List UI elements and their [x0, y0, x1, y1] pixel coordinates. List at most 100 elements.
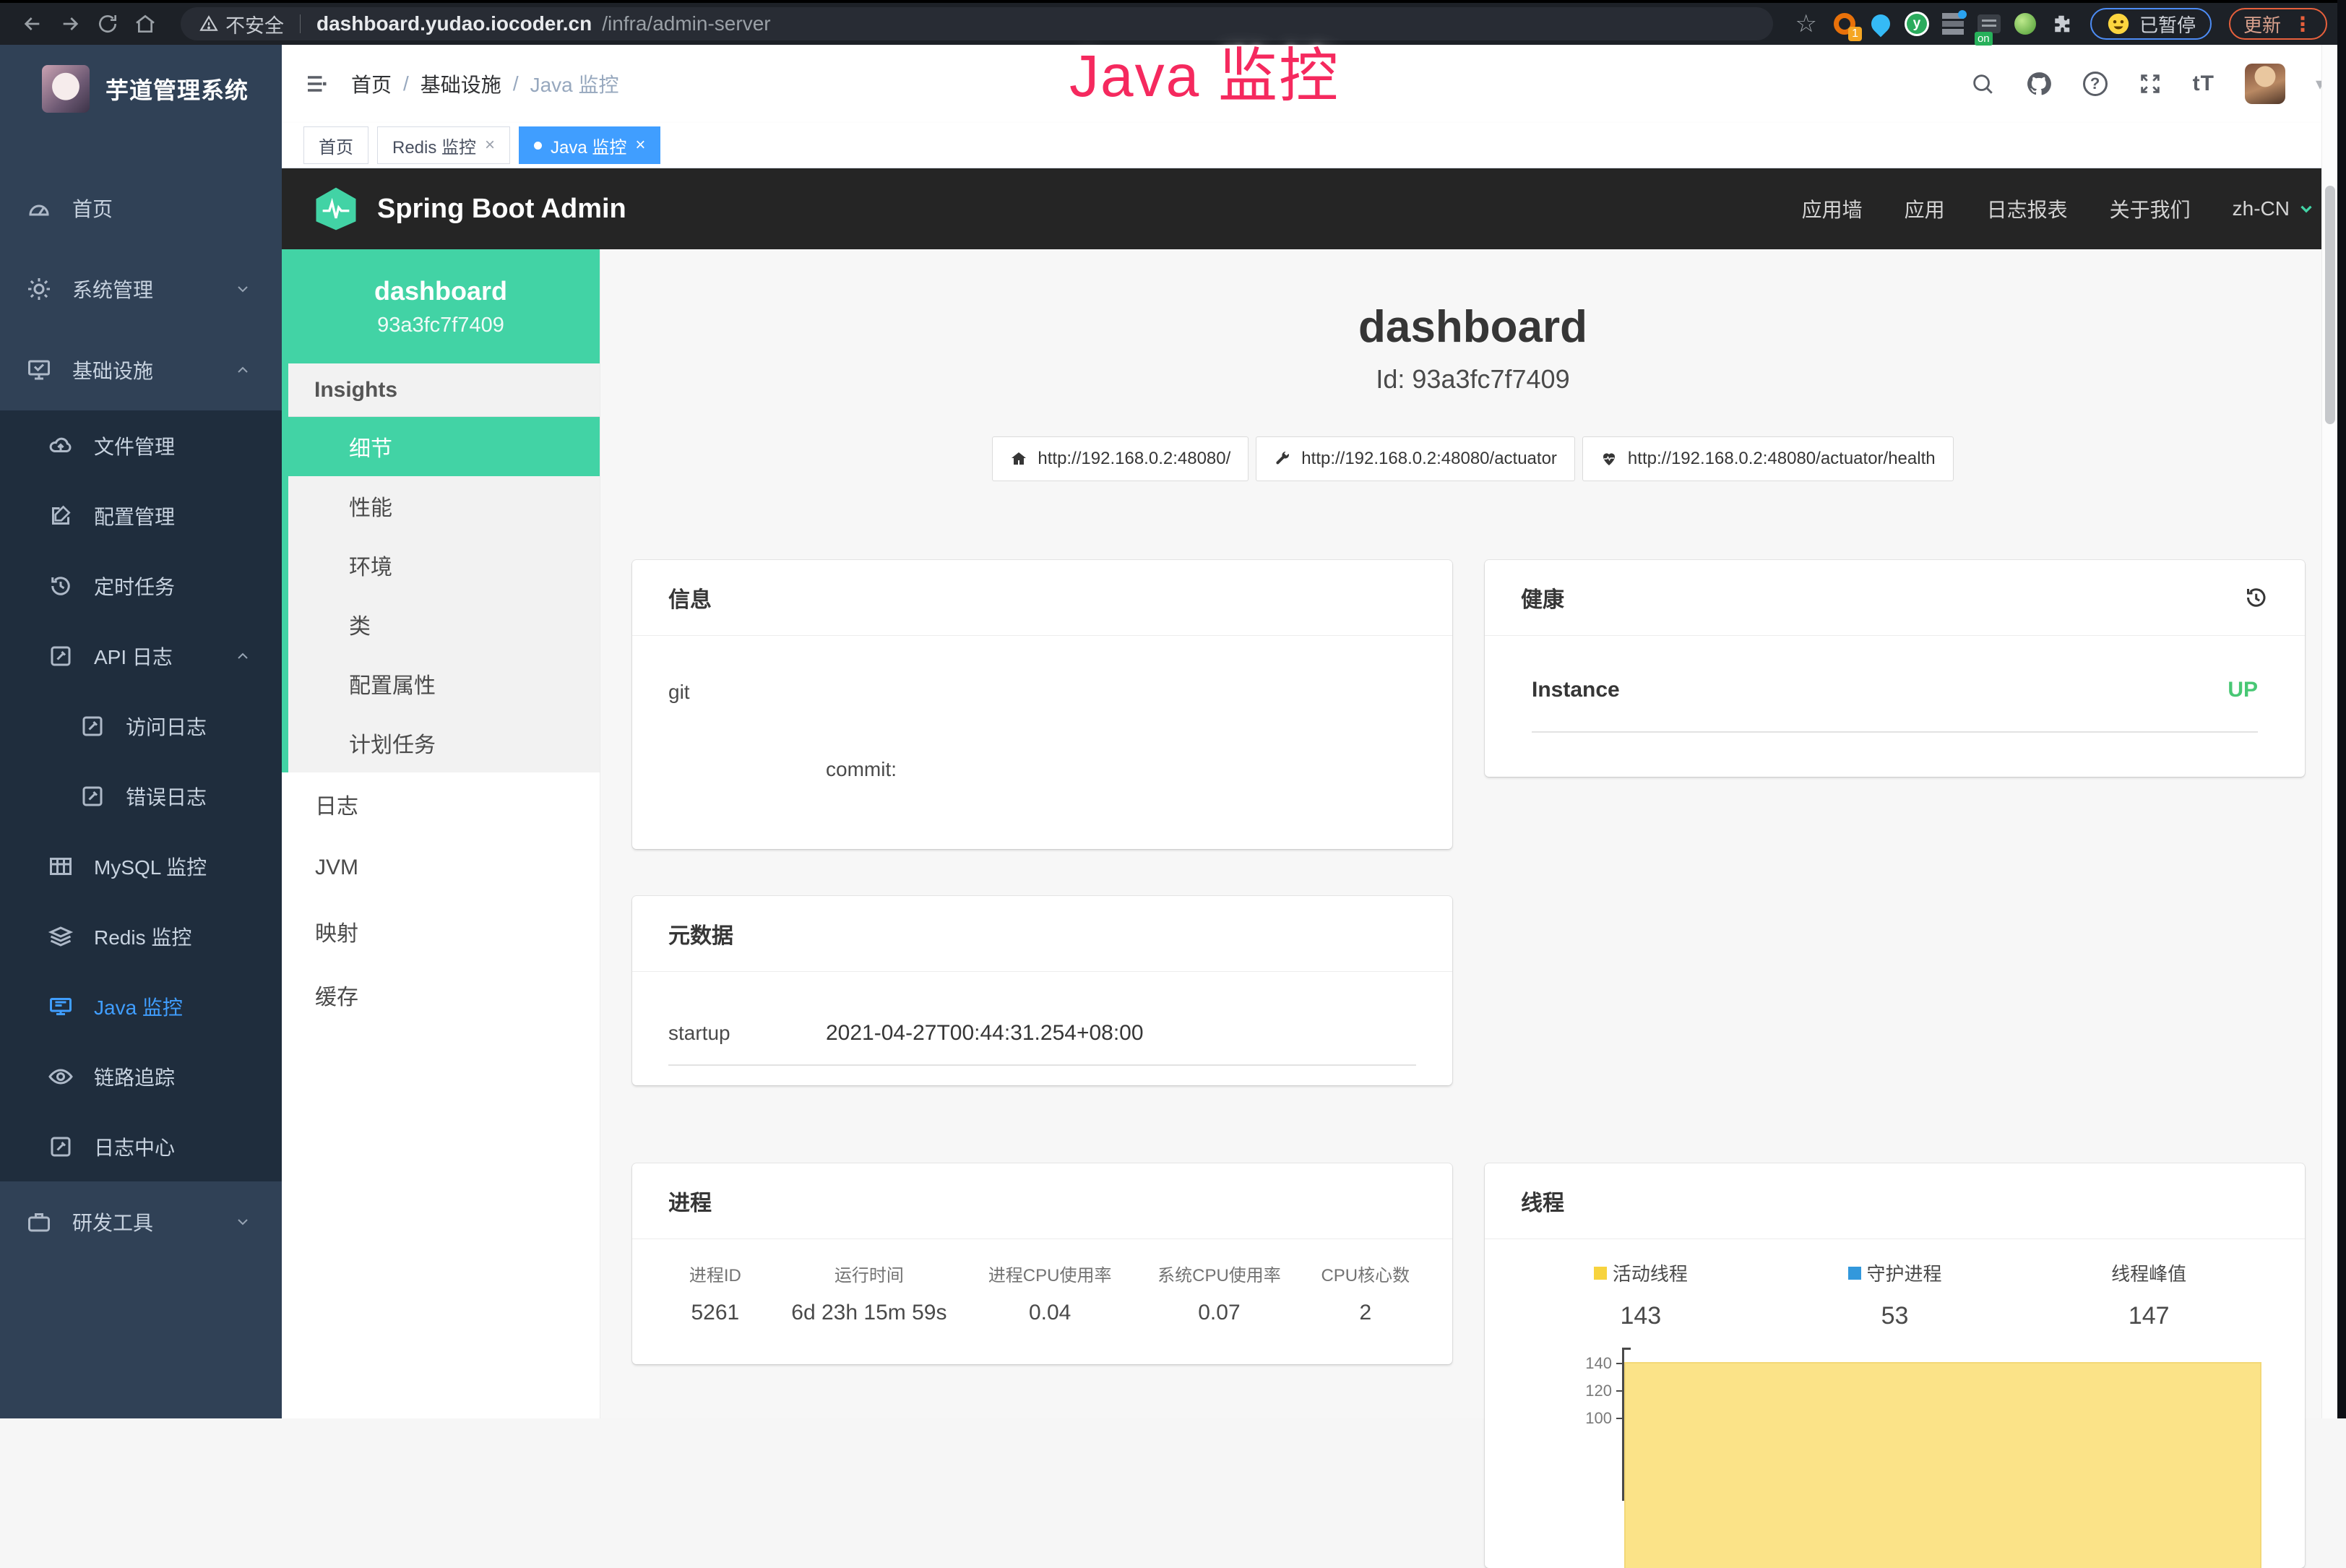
extension-grid-icon[interactable] — [1940, 11, 1966, 37]
extension-pin-icon[interactable] — [1868, 11, 1894, 37]
extension-y-icon[interactable]: y — [1904, 11, 1930, 37]
close-icon[interactable]: × — [485, 135, 495, 155]
sidebar-item-redis-monitor[interactable]: Redis 监控 — [0, 901, 282, 971]
sidebar-item-access-log[interactable]: 访问日志 — [0, 691, 282, 761]
github-icon[interactable] — [2025, 70, 2053, 98]
instance-panel[interactable]: dashboard 93a3fc7f7409 — [282, 249, 600, 363]
tab-redis-monitor[interactable]: Redis 监控 × — [377, 126, 510, 164]
col-header: CPU核心数 — [1304, 1261, 1427, 1301]
url-bar[interactable]: 不安全 dashboard.yudao.iocoder.cn/infra/adm… — [181, 7, 1773, 40]
pid-value: 5261 — [657, 1301, 773, 1325]
sba-nav-applications[interactable]: 应用 — [1905, 194, 1945, 223]
sba-menu-details[interactable]: 细节 — [288, 417, 600, 476]
sidebar-item-trace[interactable]: 链路追踪 — [0, 1041, 282, 1111]
sidebar-item-java-monitor[interactable]: Java 监控 — [0, 971, 282, 1041]
extension-leaf-icon[interactable] — [2012, 11, 2038, 37]
live-threads-value: 143 — [1514, 1302, 1768, 1330]
sba-menu-logs[interactable]: 日志 — [282, 772, 600, 836]
actuator-link[interactable]: http://192.168.0.2:48080/actuator — [1256, 436, 1575, 481]
sidebar-item-scheduled-tasks[interactable]: 定时任务 — [0, 551, 282, 621]
sba-menu-scheduled[interactable]: 计划任务 — [288, 713, 600, 772]
app-sidebar: 芋道管理系统 首页 系统管理 基础设施 文件管理 配置管理 — [0, 45, 282, 1418]
extension-orange-icon[interactable]: 1 — [1832, 11, 1858, 37]
insights-section: Insights 细节 性能 环境 类 配置属性 计划任务 — [282, 363, 600, 772]
instance-home-link[interactable]: http://192.168.0.2:48080/ — [992, 436, 1249, 481]
sidebar-item-label: Redis 监控 — [94, 922, 191, 951]
browser-back-icon[interactable] — [19, 10, 46, 38]
sidebar-item-label: 定时任务 — [94, 572, 175, 600]
close-icon[interactable]: × — [635, 135, 645, 155]
breadcrumb-infrastructure[interactable]: 基础设施 — [421, 69, 501, 98]
browser-forward-icon[interactable] — [56, 10, 84, 38]
browser-update-button[interactable]: 更新 ⋮ — [2229, 8, 2327, 40]
sba-nav-about[interactable]: 关于我们 — [2110, 194, 2191, 223]
sba-menu-performance[interactable]: 性能 — [288, 476, 600, 535]
tab-home[interactable]: 首页 — [303, 126, 368, 164]
breadcrumb-home[interactable]: 首页 — [351, 69, 392, 98]
tags-view-bar: 首页 Redis 监控 × Java 监控 × — [282, 123, 2346, 168]
breadcrumb: 首页 / 基础设施 / Java 监控 — [351, 69, 619, 98]
app-logo — [42, 65, 90, 113]
text-size-icon[interactable]: tT — [2193, 72, 2215, 96]
help-icon[interactable]: ? — [2083, 72, 2108, 96]
user-avatar[interactable] — [2245, 64, 2285, 104]
instance-id: 93a3fc7f7409 — [377, 314, 504, 337]
sba-menu-caches[interactable]: 缓存 — [282, 963, 600, 1027]
sba-nav-wallboard[interactable]: 应用墙 — [1802, 194, 1863, 223]
threads-card-header: 线程 — [1485, 1163, 2305, 1239]
layers-icon — [48, 923, 74, 949]
extension-onetab-icon[interactable]: on — [1976, 11, 2002, 37]
briefcase-icon — [26, 1209, 52, 1235]
scrollbar-thumb[interactable] — [2325, 186, 2335, 424]
card-title: 健康 — [1521, 582, 1564, 613]
tab-label: Redis 监控 — [392, 133, 476, 158]
extensions-puzzle-icon[interactable] — [2048, 11, 2074, 37]
insights-header: Insights — [288, 363, 600, 417]
sba-nav-language[interactable]: zh-CN — [2233, 197, 2316, 220]
edit-square-icon — [48, 643, 74, 669]
sba-menu-classes[interactable]: 类 — [288, 595, 600, 654]
table-icon — [48, 853, 74, 879]
sba-menu-config-props[interactable]: 配置属性 — [288, 654, 600, 713]
sba-nav: 应用墙 应用 日志报表 关于我们 zh-CN — [1802, 194, 2316, 223]
sidebar-item-error-log[interactable]: 错误日志 — [0, 761, 282, 831]
browser-menu-icon[interactable]: ⋮ — [2293, 12, 2313, 36]
health-instance-label: Instance — [1532, 678, 1620, 702]
sidebar-item-dev-tools[interactable]: 研发工具 — [0, 1181, 282, 1262]
browser-home-icon[interactable] — [131, 10, 159, 38]
process-table: 进程ID 运行时间 进程CPU使用率 系统CPU使用率 CPU核心数 5261 … — [657, 1261, 1427, 1325]
health-link[interactable]: http://192.168.0.2:48080/actuator/health — [1582, 436, 1954, 481]
sidebar-item-mysql-monitor[interactable]: MySQL 监控 — [0, 831, 282, 901]
legend-peak-threads: 线程峰值 147 — [2022, 1259, 2276, 1330]
sidebar-item-log-center[interactable]: 日志中心 — [0, 1111, 282, 1181]
hamburger-icon[interactable] — [303, 71, 329, 97]
sba-brand[interactable]: Spring Boot Admin — [312, 185, 626, 233]
sidebar-item-system-management[interactable]: 系统管理 — [0, 249, 282, 329]
col-header: 系统CPU使用率 — [1134, 1261, 1303, 1301]
browser-reload-icon[interactable] — [94, 10, 121, 38]
cloud-upload-icon — [48, 433, 74, 459]
sba-menu-mappings[interactable]: 映射 — [282, 900, 600, 963]
history-icon[interactable] — [2243, 585, 2269, 611]
sidebar-item-label: MySQL 监控 — [94, 852, 207, 881]
col-header: 进程CPU使用率 — [965, 1261, 1134, 1301]
tab-java-monitor[interactable]: Java 监控 × — [519, 126, 660, 164]
sba-menu-environment[interactable]: 环境 — [288, 535, 600, 595]
sba-nav-journal[interactable]: 日志报表 — [1987, 194, 2068, 223]
page-scrollbar[interactable] — [2321, 45, 2337, 1418]
sidebar-item-home[interactable]: 首页 — [0, 168, 282, 249]
sba-menu-jvm[interactable]: JVM — [282, 836, 600, 900]
window-edge — [2337, 0, 2346, 1418]
security-warning-icon[interactable]: 不安全 — [199, 10, 284, 38]
paused-extension-pill[interactable]: 已暂停 — [2090, 8, 2212, 40]
process-card-body: 进程ID 运行时间 进程CPU使用率 系统CPU使用率 CPU核心数 5261 … — [632, 1239, 1452, 1325]
sidebar-item-file-management[interactable]: 文件管理 — [0, 410, 282, 481]
sidebar-item-infrastructure[interactable]: 基础设施 — [0, 329, 282, 410]
bookmark-star-icon[interactable]: ☆ — [1795, 9, 1816, 38]
sidebar-item-config-management[interactable]: 配置管理 — [0, 481, 282, 551]
search-icon[interactable] — [1970, 72, 1995, 96]
sidebar-item-api-logs[interactable]: API 日志 — [0, 621, 282, 691]
edit-square-icon — [79, 713, 105, 739]
fullscreen-icon[interactable] — [2138, 72, 2162, 96]
sidebar-item-label: 错误日志 — [126, 782, 207, 811]
